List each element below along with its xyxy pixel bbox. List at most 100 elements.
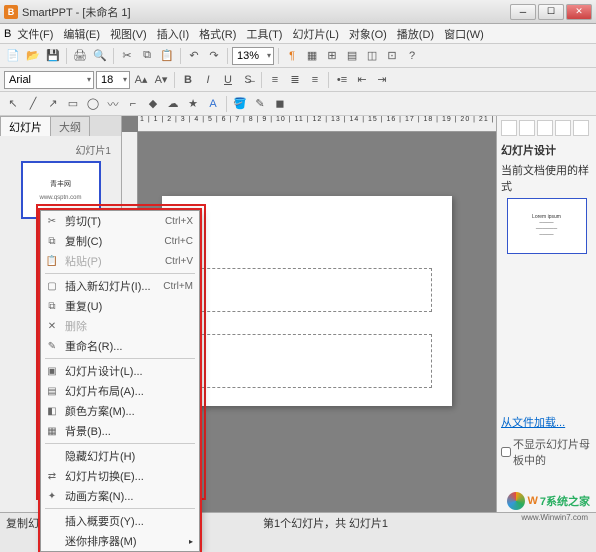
hide-master-checkbox[interactable]: 不显示幻灯片母板中的 xyxy=(501,436,592,468)
context-menu: ✂剪切(T)Ctrl+X ⧉复制(C)Ctrl+C 📋粘贴(P)Ctrl+V ▢… xyxy=(40,210,200,552)
thumb-label: 幻灯片1 xyxy=(4,140,117,159)
shadow-icon[interactable]: ◼ xyxy=(271,95,289,113)
menubar: B 文件(F) 编辑(E) 视图(V) 插入(I) 格式(R) 工具(T) 幻灯… xyxy=(0,24,596,44)
pane-icon-1[interactable] xyxy=(501,120,517,136)
pane-icon-4[interactable] xyxy=(555,120,571,136)
design-thumbnail[interactable]: Lorem ipsum────────────── xyxy=(507,198,587,254)
star-icon[interactable]: ★ xyxy=(184,95,202,113)
redo-icon[interactable]: ↷ xyxy=(205,47,223,65)
tool4-icon[interactable]: ⊡ xyxy=(383,47,401,65)
italic-icon[interactable]: I xyxy=(199,71,217,89)
tab-outline[interactable]: 大纲 xyxy=(50,116,90,136)
new-icon[interactable]: 📄 xyxy=(4,47,22,65)
cut-icon[interactable]: ✂ xyxy=(118,47,136,65)
pane-icon-2[interactable] xyxy=(519,120,535,136)
maximize-button[interactable]: ☐ xyxy=(538,4,564,20)
menu-view[interactable]: 视图(V) xyxy=(106,24,151,44)
insert-icon: ▢ xyxy=(45,281,59,292)
ctx-background[interactable]: ▦背景(B)... xyxy=(41,421,199,441)
font-name-combo[interactable]: Arial xyxy=(4,71,94,89)
rename-icon: ✎ xyxy=(45,341,59,352)
ctx-slide-design[interactable]: ▣幻灯片设计(L)... xyxy=(41,361,199,381)
menu-window[interactable]: 窗口(W) xyxy=(440,24,488,44)
close-button[interactable]: ✕ xyxy=(566,4,592,20)
shapes-icon[interactable]: ◆ xyxy=(144,95,162,113)
bold-icon[interactable]: B xyxy=(179,71,197,89)
save-icon[interactable]: 💾 xyxy=(44,47,62,65)
underline-icon[interactable]: U xyxy=(219,71,237,89)
strike-icon[interactable]: S̶ xyxy=(239,71,257,89)
menu-insert[interactable]: 插入(I) xyxy=(153,24,193,44)
content-placeholder[interactable] xyxy=(182,334,432,388)
ctx-rename[interactable]: ✎重命名(R)... xyxy=(41,336,199,356)
ctx-slide-transition[interactable]: ⇄幻灯片切换(E)... xyxy=(41,466,199,486)
pane-icon-3[interactable] xyxy=(537,120,553,136)
zoom-combo[interactable]: 13% xyxy=(232,47,274,65)
menu-play[interactable]: 播放(D) xyxy=(393,24,438,44)
curve-icon[interactable]: 〰 xyxy=(104,95,122,113)
grid-icon[interactable]: ▦ xyxy=(303,47,321,65)
align-center-icon[interactable]: ≣ xyxy=(286,71,304,89)
menu-slide[interactable]: 幻灯片(L) xyxy=(288,24,342,44)
ctx-insert-summary[interactable]: 插入概要页(Y)... xyxy=(41,511,199,531)
pointer-icon[interactable]: ↖ xyxy=(4,95,22,113)
indent-left-icon[interactable]: ⇤ xyxy=(353,71,371,89)
load-from-file-link[interactable]: 从文件加载... xyxy=(501,414,592,430)
status-right: 幻灯片1 xyxy=(349,515,388,531)
undo-icon[interactable]: ↶ xyxy=(185,47,203,65)
inc-font-icon[interactable]: A▴ xyxy=(132,71,150,89)
pane-subtitle: 当前文档使用的样式 xyxy=(501,162,592,194)
indent-right-icon[interactable]: ⇥ xyxy=(373,71,391,89)
ctx-slide-layout[interactable]: ▤幻灯片布局(A)... xyxy=(41,381,199,401)
slide[interactable] xyxy=(162,196,452,406)
menu-edit[interactable]: 编辑(E) xyxy=(59,24,104,44)
print-icon[interactable]: 🖨 xyxy=(71,47,89,65)
tool2-icon[interactable]: ▤ xyxy=(343,47,361,65)
open-icon[interactable]: 📂 xyxy=(24,47,42,65)
rect-icon[interactable]: ▭ xyxy=(64,95,82,113)
bg-icon: ▦ xyxy=(45,426,59,437)
copy-icon[interactable]: ⧉ xyxy=(138,47,156,65)
watermark: W7系统之家 xyxy=(507,492,590,510)
text-icon[interactable]: A xyxy=(204,95,222,113)
fill-icon[interactable]: 🪣 xyxy=(231,95,249,113)
line-color-icon[interactable]: ✎ xyxy=(251,95,269,113)
help-icon[interactable]: ? xyxy=(403,47,421,65)
title-placeholder[interactable] xyxy=(182,268,432,312)
titlebar: B SmartPPT - [未命名 1] ─ ☐ ✕ xyxy=(0,0,596,24)
ellipse-icon[interactable]: ◯ xyxy=(84,95,102,113)
menu-format[interactable]: 格式(R) xyxy=(195,24,240,44)
ctx-duplicate[interactable]: ⧉重复(U) xyxy=(41,296,199,316)
ctx-mini-sorter[interactable]: 迷你排序器(M)▸ xyxy=(41,531,199,551)
ctx-insert-slide[interactable]: ▢插入新幻灯片(I)...Ctrl+M xyxy=(41,276,199,296)
pane-icon-5[interactable] xyxy=(573,120,589,136)
ctx-cut[interactable]: ✂剪切(T)Ctrl+X xyxy=(41,211,199,231)
preview-icon[interactable]: 🔍 xyxy=(91,47,109,65)
watermark-logo xyxy=(507,492,525,510)
para-icon[interactable]: ¶ xyxy=(283,47,301,65)
font-size-combo[interactable]: 18 xyxy=(96,71,130,89)
menu-object[interactable]: 对象(O) xyxy=(345,24,391,44)
bullets-icon[interactable]: •≡ xyxy=(333,71,351,89)
minimize-button[interactable]: ─ xyxy=(510,4,536,20)
callout-icon[interactable]: ☁ xyxy=(164,95,182,113)
app-menu-icon[interactable]: B xyxy=(4,28,11,40)
align-left-icon[interactable]: ≡ xyxy=(266,71,284,89)
ctx-copy[interactable]: ⧉复制(C)Ctrl+C xyxy=(41,231,199,251)
connector-icon[interactable]: ⌐ xyxy=(124,95,142,113)
line-icon[interactable]: ╱ xyxy=(24,95,42,113)
menu-tools[interactable]: 工具(T) xyxy=(242,24,286,44)
anim-icon: ✦ xyxy=(45,491,59,502)
dup-icon: ⧉ xyxy=(45,301,59,312)
ctx-color-scheme[interactable]: ◧颜色方案(M)... xyxy=(41,401,199,421)
dec-font-icon[interactable]: A▾ xyxy=(152,71,170,89)
paste-icon[interactable]: 📋 xyxy=(158,47,176,65)
ctx-animation[interactable]: ✦动画方案(N)... xyxy=(41,486,199,506)
tool3-icon[interactable]: ◫ xyxy=(363,47,381,65)
menu-file[interactable]: 文件(F) xyxy=(13,24,57,44)
tool-icon[interactable]: ⊞ xyxy=(323,47,341,65)
align-right-icon[interactable]: ≡ xyxy=(306,71,324,89)
line-arrow-icon[interactable]: ↗ xyxy=(44,95,62,113)
ctx-hide-slide[interactable]: 隐藏幻灯片(H) xyxy=(41,446,199,466)
tab-slides[interactable]: 幻灯片 xyxy=(0,116,51,136)
